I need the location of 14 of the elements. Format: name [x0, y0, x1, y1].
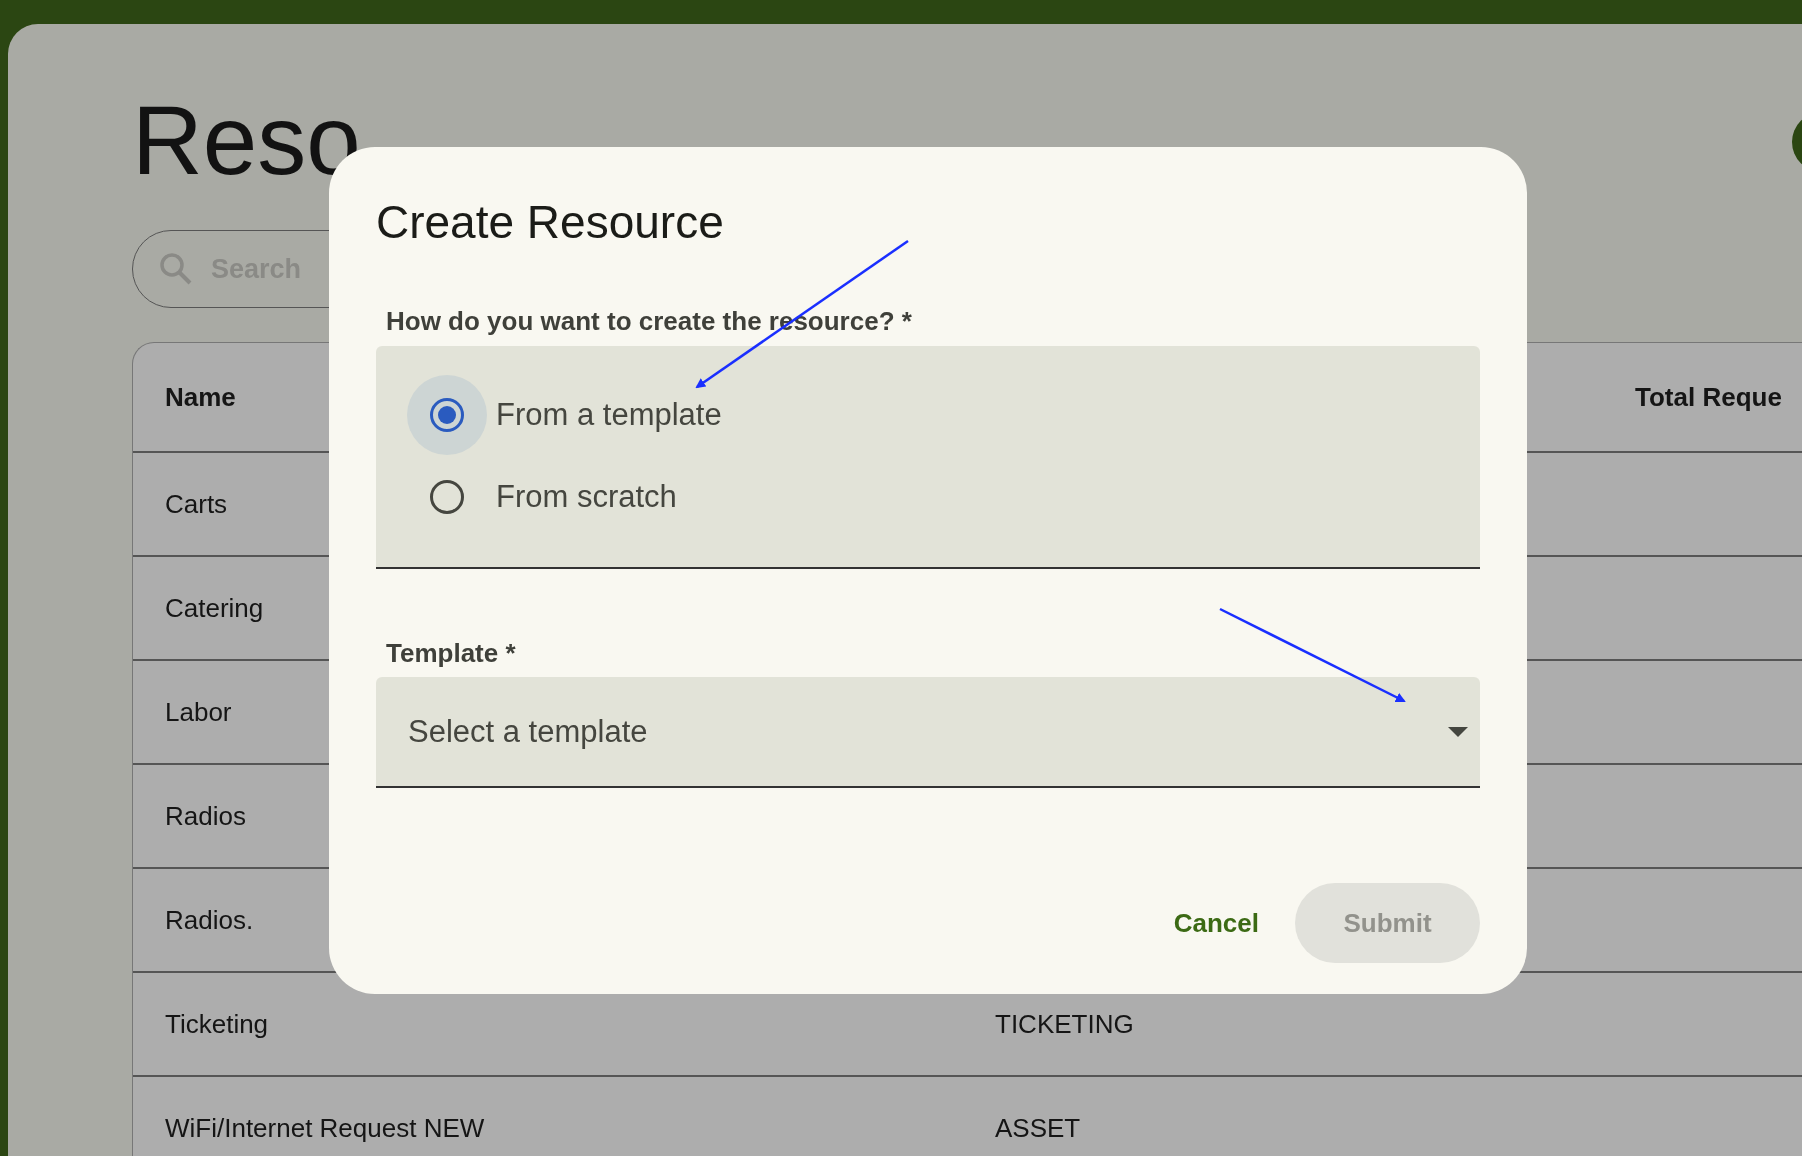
field-label: Template * — [386, 637, 517, 670]
table-cell: Labor — [165, 696, 232, 728]
table-cell: WiFi/Internet Request NEW — [165, 1112, 485, 1144]
table-cell: TICKETING — [995, 1008, 1134, 1040]
table-cell: ASSET — [995, 1112, 1081, 1144]
table-cell: Carts — [165, 488, 228, 520]
column-header: Total Reque — [1635, 381, 1782, 413]
page-title: Reso — [132, 84, 361, 197]
column-header: Name — [165, 381, 236, 413]
table-cell: Catering — [165, 592, 264, 624]
table-cell: Radios — [165, 800, 246, 832]
table-cell: Radios. — [165, 904, 254, 936]
dialog-title: Create Resource — [376, 195, 725, 250]
table-cell: Ticketing — [165, 1008, 269, 1040]
